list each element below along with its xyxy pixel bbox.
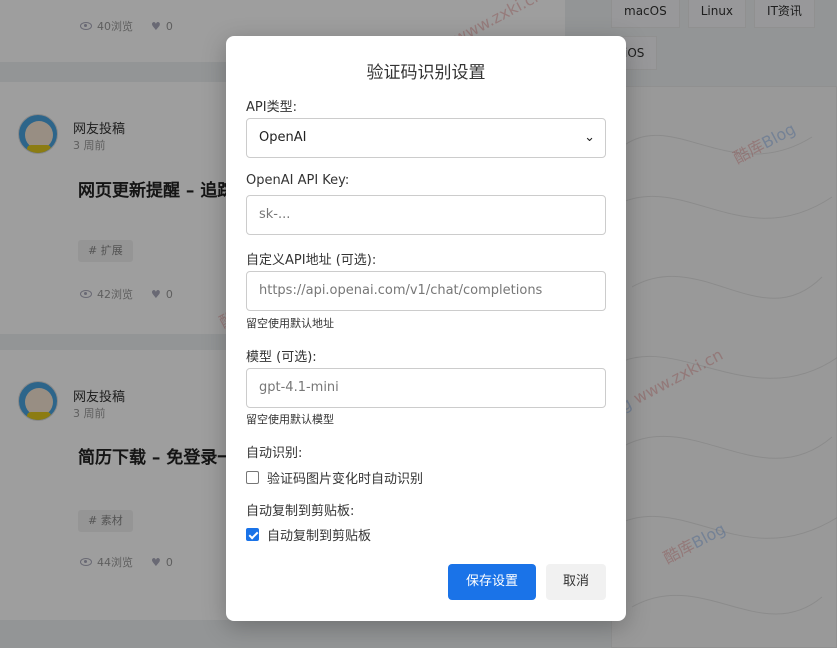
api-key-placeholder: sk-... — [259, 207, 291, 222]
auto-copy-checkbox[interactable] — [246, 528, 259, 541]
auto-recognize-checkbox-row[interactable]: 验证码图片变化时自动识别 — [246, 468, 423, 487]
api-type-label: API类型: — [246, 100, 297, 115]
chevron-down-icon: ⌄ — [584, 130, 595, 145]
api-url-label: 自定义API地址 (可选): — [246, 253, 377, 268]
api-key-label: OpenAI API Key: — [246, 173, 350, 188]
auto-recognize-option-label[interactable]: 验证码图片变化时自动识别 — [267, 468, 423, 487]
api-key-input[interactable]: sk-... — [246, 195, 606, 235]
api-url-hint: 留空使用默认地址 — [246, 317, 334, 330]
auto-recognize-checkbox[interactable] — [246, 471, 259, 484]
api-type-select[interactable]: OpenAI ⌄ — [246, 118, 606, 158]
api-url-placeholder: https://api.openai.com/v1/chat/completio… — [259, 283, 543, 298]
auto-recognize-label: 自动识别: — [246, 446, 303, 461]
cancel-button[interactable]: 取消 — [546, 564, 606, 600]
auto-copy-option-label[interactable]: 自动复制到剪贴板 — [267, 525, 371, 544]
dialog-title: 验证码识别设置 — [366, 63, 486, 83]
auto-copy-label: 自动复制到剪贴板: — [246, 504, 355, 519]
auto-copy-checkbox-row[interactable]: 自动复制到剪贴板 — [246, 525, 371, 544]
model-label: 模型 (可选): — [246, 350, 317, 365]
model-hint: 留空使用默认模型 — [246, 413, 334, 426]
captcha-settings-dialog: 验证码识别设置 API类型: OpenAI ⌄ OpenAI API Key: … — [226, 36, 626, 621]
model-placeholder: gpt-4.1-mini — [259, 380, 339, 395]
api-url-input[interactable]: https://api.openai.com/v1/chat/completio… — [246, 271, 606, 311]
api-type-value: OpenAI — [259, 130, 307, 145]
model-input[interactable]: gpt-4.1-mini — [246, 368, 606, 408]
save-settings-button[interactable]: 保存设置 — [448, 564, 536, 600]
